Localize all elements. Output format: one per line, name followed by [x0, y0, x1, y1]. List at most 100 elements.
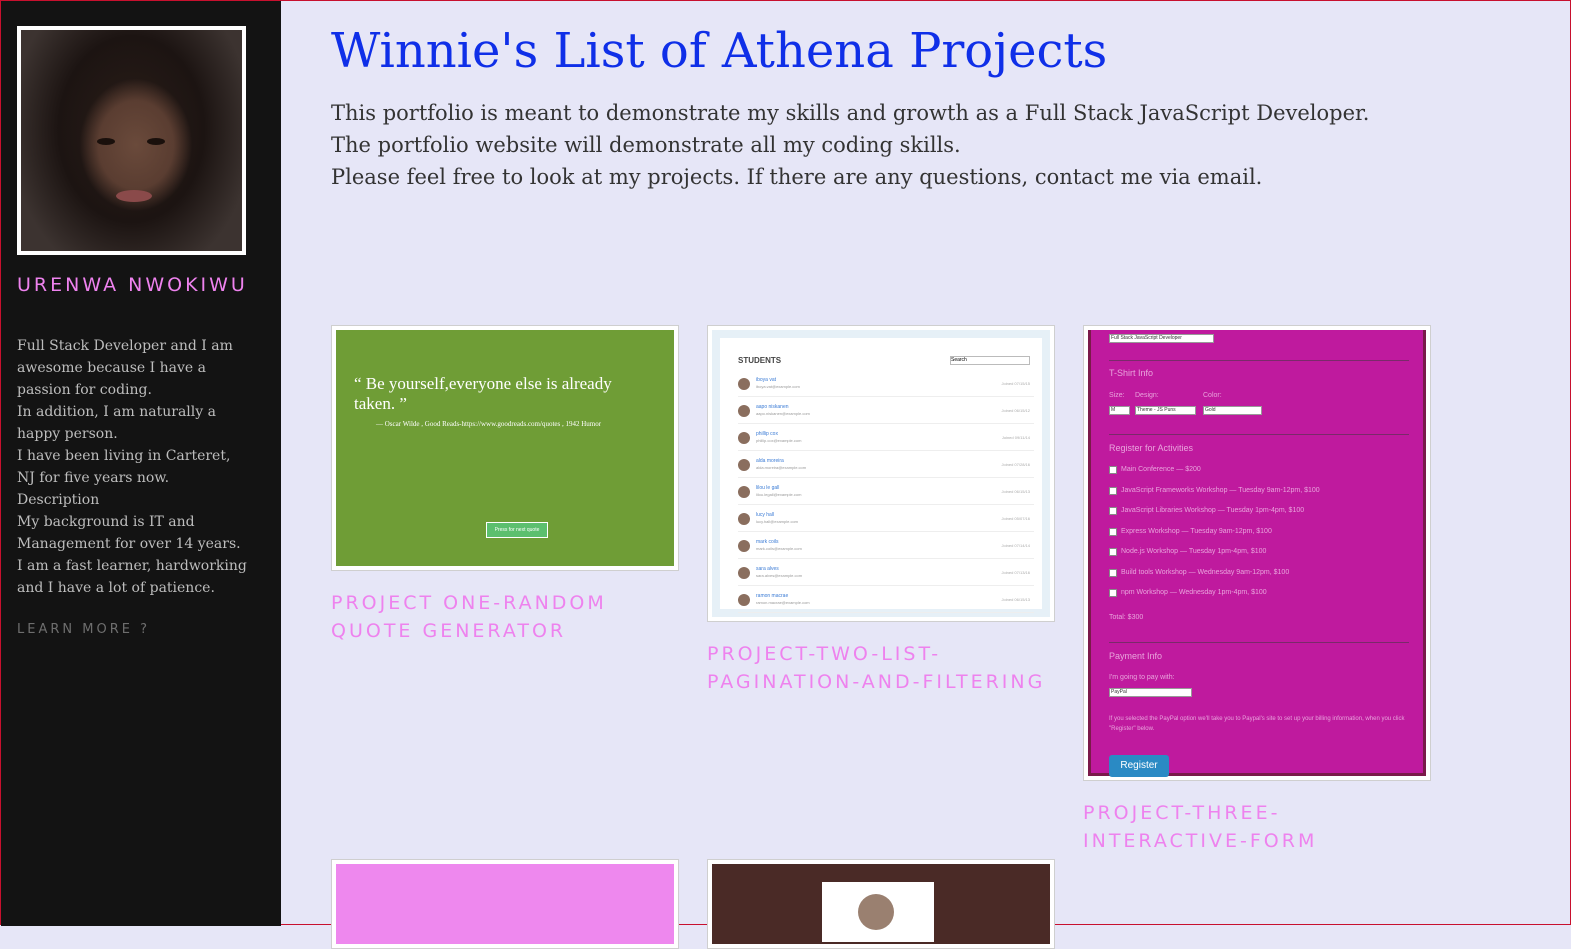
- preview-activity: Build tools Workshop — Wednesday 9am-12p…: [1121, 569, 1290, 576]
- preview-student-row: lilou le gall lilou.legall@example.com Joi…: [738, 482, 1034, 505]
- project-card-3: Full Stack JavaScript Developer T-Shirt …: [1083, 325, 1431, 855]
- preview-activity: JavaScript Libraries Workshop — Tuesday …: [1121, 507, 1305, 514]
- photo-mouth: [116, 190, 152, 202]
- student-name: lilou le gall: [756, 485, 780, 491]
- student-joined: Joined 07/14/14: [1001, 543, 1030, 548]
- preview-size-select: M: [1109, 406, 1130, 415]
- profile-bio: Full Stack Developer and I am awesome be…: [17, 335, 247, 599]
- pagination-preview: STUDENTS Search iboya vat iboya.vat@examp…: [712, 330, 1050, 617]
- sidebar: URENWA NWOKIWU Full Stack Developer and …: [1, 1, 281, 926]
- student-avatar: [738, 486, 750, 498]
- preview-sheet: STUDENTS Search iboya vat iboya.vat@examp…: [720, 338, 1042, 613]
- preview-checkbox: [1109, 466, 1117, 474]
- bio-line: I am a fast learner, hardworking and I h…: [17, 558, 247, 596]
- preview-divider: [1109, 360, 1409, 361]
- student-avatar: [738, 405, 750, 417]
- preview-register-button: Register: [1109, 755, 1169, 777]
- quote-generator-preview: “ Be yourself,everyone else is already t…: [336, 330, 674, 566]
- preview-divider: [1109, 642, 1409, 643]
- project-title-link[interactable]: PROJECT-TWO-LIST-PAGINATION-AND-FILTERIN…: [707, 640, 1055, 696]
- student-name: phillip cox: [756, 431, 778, 437]
- student-email: mark.coils@example.com: [756, 546, 802, 551]
- bio-line: I have been living in Carteret, NJ for f…: [17, 448, 231, 486]
- interactive-form-preview: Full Stack JavaScript Developer T-Shirt …: [1088, 330, 1426, 777]
- preview-student-row: mark coils mark.coils@example.com Joined 0…: [738, 536, 1034, 559]
- preview-divider: [1109, 434, 1409, 435]
- preview-student-row: iboya vat iboya.vat@example.com Joined 07/…: [738, 374, 1034, 397]
- student-joined: Joined 07/13/16: [1001, 570, 1030, 575]
- preview-header: STUDENTS: [738, 356, 782, 365]
- preview-job-select: Full Stack JavaScript Developer: [1109, 334, 1214, 343]
- student-email: ramon.macrae@example.com: [756, 600, 810, 605]
- student-name: sara alves: [756, 566, 779, 572]
- project-thumbnail[interactable]: [331, 859, 679, 949]
- student-email: lilou.legall@example.com: [756, 492, 802, 497]
- student-name: alda moreira: [756, 458, 784, 464]
- student-joined: Joined 09/11/14: [1001, 435, 1030, 440]
- preview-checkbox: [1109, 528, 1117, 536]
- student-joined: Joined 06/15/13: [1001, 597, 1030, 602]
- bio-line: Full Stack Developer and I am awesome be…: [17, 338, 233, 398]
- preview-activity: Node.js Workshop — Tuesday 1pm-4pm, $100: [1121, 548, 1267, 555]
- student-joined: Joined 06/15/12: [1001, 408, 1030, 413]
- student-name: aapo niskanen: [756, 404, 789, 410]
- project-thumbnail[interactable]: “ Be yourself,everyone else is already t…: [331, 325, 679, 571]
- student-avatar: [738, 378, 750, 390]
- preview-design-select: Theme - JS Puns: [1135, 406, 1196, 415]
- student-avatar: [738, 594, 750, 606]
- preview-checkbox: [1109, 487, 1117, 495]
- project-thumbnail[interactable]: STUDENTS Search iboya vat iboya.vat@examp…: [707, 325, 1055, 622]
- project-card-1: “ Be yourself,everyone else is already t…: [331, 325, 679, 645]
- preview-checkbox: [1109, 569, 1117, 577]
- profile-photo: [21, 30, 242, 251]
- project-preview: [336, 864, 674, 944]
- preview-student-row: phillip cox phillip.cox@example.com Joined…: [738, 428, 1034, 451]
- student-email: aapo.niskanen@example.com: [756, 411, 810, 416]
- preview-student-row: aapo niskanen aapo.niskanen@example.com Jo…: [738, 401, 1034, 424]
- student-name: iboya vat: [756, 377, 777, 383]
- preview-student-row: ramon macrae ramon.macrae@example.com Join…: [738, 590, 1034, 613]
- photo-eye: [147, 138, 165, 145]
- project-thumbnail[interactable]: Full Stack JavaScript Developer T-Shirt …: [1083, 325, 1431, 781]
- preview-pay-select: PayPal: [1109, 688, 1192, 697]
- project-title-link[interactable]: PROJECT ONE-RANDOM QUOTE GENERATOR: [331, 589, 679, 645]
- preview-quote: “ Be yourself,everyone else is already t…: [354, 374, 612, 413]
- student-avatar: [738, 540, 750, 552]
- student-avatar: [738, 567, 750, 579]
- student-email: phillip.cox@example.com: [756, 438, 802, 443]
- intro-line: This portfolio is meant to demonstrate m…: [331, 101, 1370, 125]
- preview-activity: Main Conference — $200: [1121, 466, 1201, 473]
- preview-activities-heading: Register for Activities: [1109, 443, 1194, 453]
- project-card-2: STUDENTS Search iboya vat iboya.vat@examp…: [707, 325, 1055, 696]
- preview-size-label: Size:: [1109, 392, 1125, 399]
- preview-tshirt-heading: T-Shirt Info: [1109, 368, 1154, 378]
- student-email: sara.alves@example.com: [756, 573, 803, 578]
- learn-more-link[interactable]: LEARN MORE ?: [17, 622, 150, 637]
- profile-name: URENWA NWOKIWU: [17, 274, 248, 296]
- project-thumbnail[interactable]: [707, 859, 1055, 949]
- preview-design-label: Design:: [1135, 392, 1159, 399]
- project-title-link[interactable]: PROJECT-THREE-INTERACTIVE-FORM: [1083, 799, 1431, 855]
- student-joined: Joined 07/15/15: [1001, 381, 1030, 386]
- employee-directory-preview: [712, 864, 1050, 944]
- student-email: lucy.hall@example.com: [756, 519, 799, 524]
- student-name: lucy hall: [756, 512, 775, 518]
- preview-search: Search: [950, 356, 1030, 365]
- preview-checkbox: [1109, 548, 1117, 556]
- project-card-4: [331, 859, 679, 949]
- preview-activity: Express Workshop — Tuesday 9am-12pm, $10…: [1121, 528, 1272, 535]
- preview-button: Press for next quote: [486, 522, 548, 538]
- page-title: Winnie's List of Athena Projects: [331, 23, 1108, 79]
- preview-checkbox: [1109, 507, 1117, 515]
- student-email: iboya.vat@example.com: [756, 384, 800, 389]
- preview-source: — Oscar Wilde , Good Reads-https://www.g…: [376, 420, 602, 428]
- intro-line: Please feel free to look at my projects.…: [331, 165, 1263, 189]
- student-avatar: [738, 459, 750, 471]
- intro-line: The portfolio website will demonstrate a…: [331, 133, 961, 157]
- student-joined: Joined 05/07/16: [1001, 516, 1030, 521]
- bio-line: Description: [17, 492, 100, 508]
- preview-color-label: Color:: [1203, 392, 1222, 399]
- student-name: ramon macrae: [756, 593, 789, 599]
- bio-line: In addition, I am naturally a happy pers…: [17, 404, 216, 442]
- preview-student-row: sara alves sara.alves@example.com Joined 0…: [738, 563, 1034, 586]
